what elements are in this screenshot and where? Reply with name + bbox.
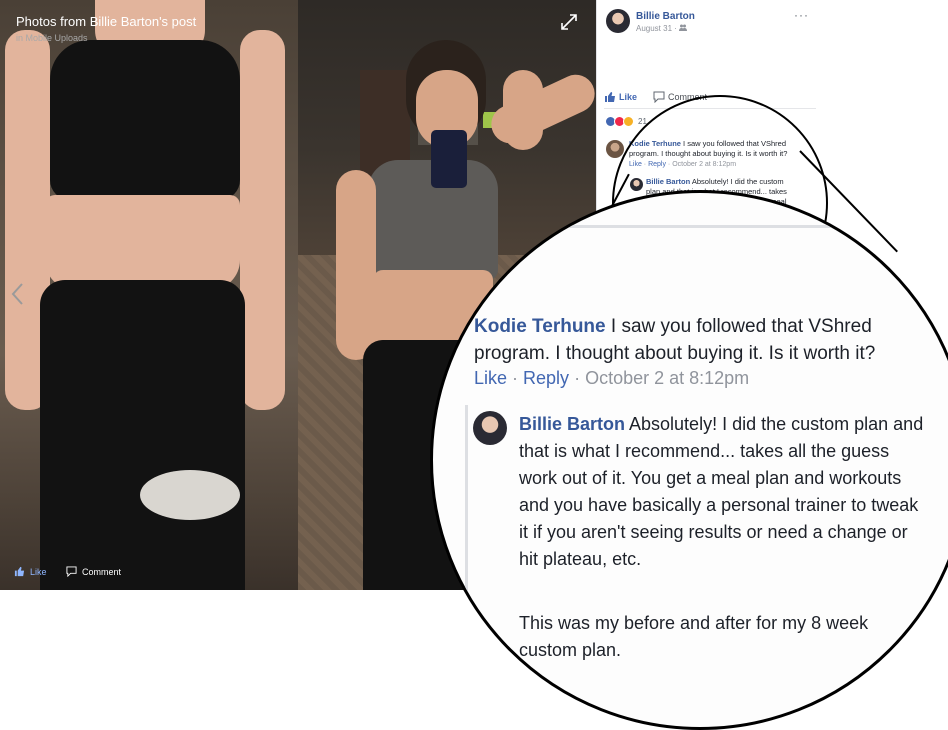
comment-label: Comment [82,566,122,577]
magnified-comment: Kodie Terhune I saw you followed that VS… [430,190,948,730]
panel-divider [596,0,597,230]
zoom-like-link[interactable]: Like [474,368,507,388]
left-arm [336,170,376,360]
friends-icon [679,24,688,31]
viewer-title[interactable]: Photos from Billie Barton's post [16,14,196,29]
separator: · [569,368,586,388]
post-like-button[interactable]: Like [604,91,637,103]
zoom-reply: Billie Barton Absolutely! I did the cust… [519,411,929,573]
divider [433,225,948,228]
like-button[interactable]: Like [14,566,47,577]
zoom-reply-text: Absolutely! I did the custom plan and th… [519,414,924,569]
like-label: Like [30,566,47,577]
more-options-button[interactable]: ··· [794,8,809,22]
phone [431,130,467,188]
zoom-reply-link[interactable]: Reply [523,368,569,388]
wow-reaction-icon [623,116,634,127]
zoom-comment-author[interactable]: Kodie Terhune [474,316,606,337]
post-author[interactable]: Billie Barton [636,11,695,22]
leggings [40,280,245,590]
commenter-avatar[interactable] [606,140,624,158]
sports-bra [50,40,240,200]
zoom-reply-author[interactable]: Billie Barton [519,414,625,434]
separator: · [507,368,524,388]
viewer-subtitle[interactable]: in Mobile Uploads [16,33,88,43]
thumbs-up-icon [605,92,615,102]
thumbs-up-icon [14,566,25,577]
zoom-comment-date[interactable]: October 2 at 8:12pm [585,368,749,388]
reactions-summary[interactable]: 21 [605,116,647,127]
comment-icon [66,566,77,577]
comment-button[interactable]: Comment [66,566,121,577]
post-date-text: August 31 · [636,24,680,33]
zoom-reply-second-paragraph: This was my before and after for my 8 we… [519,613,869,660]
chevron-left-icon[interactable] [10,282,26,306]
comment-icon [653,91,665,103]
author-avatar[interactable] [606,9,630,33]
zoom-comment-meta: Like · Reply · October 2 at 8:12pm [474,368,749,389]
basket [140,470,240,520]
bicep [503,70,543,150]
post-date[interactable]: August 31 · [636,24,688,33]
right-arm [240,30,285,410]
zoom-reply-avatar[interactable] [473,411,507,445]
expand-icon[interactable] [560,13,578,31]
zoom-comment: Kodie Terhune I saw you followed that VS… [474,313,944,367]
before-photo[interactable] [0,0,298,590]
reply-thread-line [465,405,468,665]
post-like-label: Like [619,92,638,102]
torso [45,195,240,290]
